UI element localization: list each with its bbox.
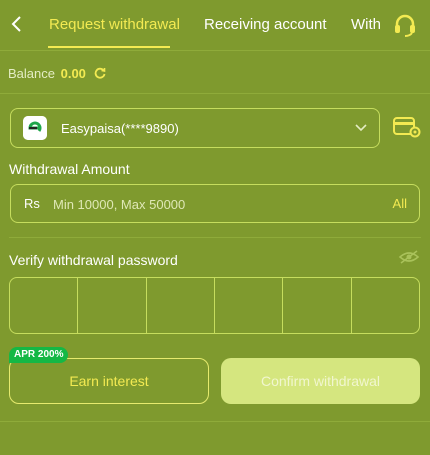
header-divider bbox=[0, 50, 430, 51]
balance-label: Balance bbox=[8, 66, 55, 81]
password-digit-cell[interactable] bbox=[215, 278, 284, 333]
section-divider bbox=[0, 421, 430, 422]
password-input-boxes[interactable] bbox=[9, 277, 420, 334]
password-digit-cell[interactable] bbox=[283, 278, 352, 333]
wallet-settings-icon[interactable] bbox=[393, 115, 421, 139]
withdrawal-amount-label: Withdrawal Amount bbox=[9, 161, 130, 177]
currency-label: Rs bbox=[24, 196, 40, 211]
headset-icon[interactable] bbox=[392, 12, 418, 38]
password-label: Verify withdrawal password bbox=[9, 252, 178, 268]
tab-receiving-account[interactable]: Receiving account bbox=[204, 16, 327, 33]
payment-channel-select[interactable]: Easypaisa(****9890) bbox=[10, 108, 380, 148]
top-bar: Request withdrawal Receiving account Wit… bbox=[0, 0, 430, 50]
confirm-withdrawal-button[interactable]: Confirm withdrawal bbox=[221, 358, 420, 404]
password-digit-cell[interactable] bbox=[78, 278, 147, 333]
eye-hidden-icon[interactable] bbox=[398, 249, 420, 265]
section-divider bbox=[9, 237, 421, 238]
selected-channel-label: Easypaisa(****9890) bbox=[61, 121, 179, 136]
balance-display: Balance 0.00 bbox=[8, 66, 106, 81]
chevron-down-icon bbox=[355, 124, 367, 132]
all-amount-button[interactable]: All bbox=[393, 196, 407, 211]
withdrawal-amount-input[interactable] bbox=[53, 193, 353, 215]
password-digit-cell[interactable] bbox=[10, 278, 79, 333]
tab-withdrawal-record[interactable]: With bbox=[351, 16, 381, 33]
refresh-icon[interactable] bbox=[94, 67, 106, 79]
earn-interest-button[interactable]: Earn interest bbox=[9, 358, 209, 404]
apr-badge: APR 200% bbox=[9, 347, 69, 363]
back-arrow-icon[interactable] bbox=[10, 14, 24, 34]
easypaisa-logo-icon bbox=[23, 116, 47, 140]
balance-amount: 0.00 bbox=[60, 66, 86, 81]
password-digit-cell[interactable] bbox=[147, 278, 215, 333]
password-digit-cell[interactable] bbox=[352, 278, 419, 333]
active-tab-indicator bbox=[48, 46, 170, 48]
withdrawal-amount-field: Rs All bbox=[10, 184, 420, 223]
tab-request-withdrawal[interactable]: Request withdrawal bbox=[49, 16, 180, 33]
section-divider bbox=[0, 93, 430, 94]
